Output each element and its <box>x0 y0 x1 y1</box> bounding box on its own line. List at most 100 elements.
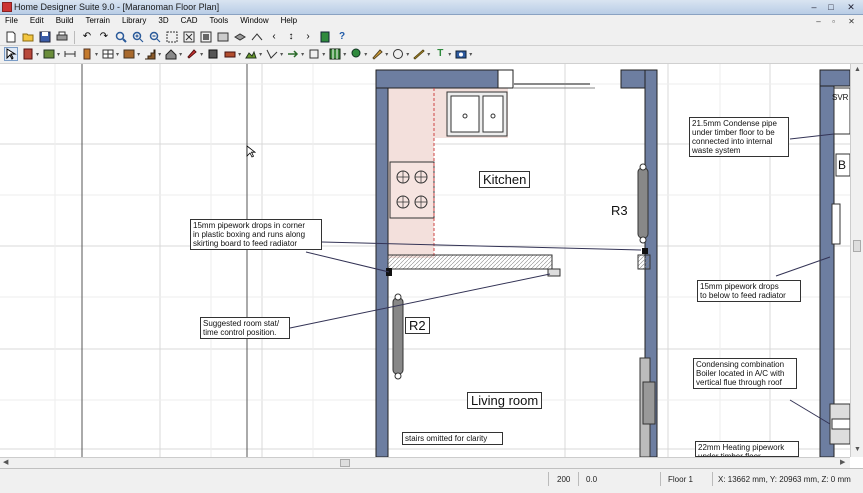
room-stat <box>547 268 561 277</box>
mdi-minimize-button[interactable]: – <box>813 17 824 27</box>
maximize-button[interactable]: □ <box>825 2 837 13</box>
wall-tool-icon[interactable] <box>21 47 35 61</box>
chevron-right-icon[interactable]: › <box>301 30 315 44</box>
zoom-in-icon[interactable] <box>131 30 145 44</box>
menu-edit[interactable]: Edit <box>29 16 45 25</box>
vertical-scrollbar[interactable]: ▲ ▼ <box>850 64 863 457</box>
pipe-boxing <box>387 254 553 270</box>
menu-3d[interactable]: 3D <box>157 16 169 25</box>
measure-tool-icon[interactable] <box>412 47 426 61</box>
edit-tool-icon[interactable] <box>370 47 384 61</box>
dimension-tool-icon[interactable] <box>63 47 77 61</box>
mdi-restore-button[interactable]: ▫ <box>828 17 839 27</box>
scroll-right-icon[interactable]: ▶ <box>840 458 845 466</box>
note-boiler[interactable]: Condensing combination Boiler located in… <box>693 358 797 389</box>
menu-tools[interactable]: Tools <box>209 16 230 25</box>
cabinet-tool-icon[interactable] <box>122 47 136 61</box>
note-heating-pipework[interactable]: 22mm Heating pipework under timber floor <box>695 441 799 457</box>
box-tool-icon[interactable] <box>307 47 321 61</box>
menu-file[interactable]: File <box>4 16 19 25</box>
horizontal-scroll-thumb[interactable] <box>340 459 350 467</box>
menu-window[interactable]: Window <box>239 16 269 25</box>
close-button[interactable]: ✕ <box>845 2 857 13</box>
note-pipework-corner[interactable]: 15mm pipework drops in corner in plastic… <box>190 219 322 250</box>
vertical-scroll-thumb[interactable] <box>853 240 861 252</box>
redo-icon[interactable]: ↷ <box>97 30 111 44</box>
app-icon <box>2 2 12 12</box>
roof-tool-icon[interactable] <box>164 47 178 61</box>
new-file-icon[interactable] <box>4 30 18 44</box>
menu-terrain[interactable]: Terrain <box>84 16 110 25</box>
fill-window-icon[interactable] <box>182 30 196 44</box>
fixture-tool-icon[interactable] <box>206 47 220 61</box>
landscape-tool-icon[interactable] <box>349 47 363 61</box>
print-icon[interactable] <box>55 30 69 44</box>
room-label-living[interactable]: Living room <box>467 392 543 409</box>
zoom-window-icon[interactable] <box>165 30 179 44</box>
column-tool-icon[interactable] <box>328 47 342 61</box>
status-divider <box>712 472 713 486</box>
box-label: B <box>838 158 847 172</box>
paint-tool-icon[interactable] <box>185 47 199 61</box>
note-condense-pipe[interactable]: 21.5mm Condense pipe under timber floor … <box>689 117 789 157</box>
status-bar: 200 0.0 Floor 1 X: 13662 mm, Y: 20963 mm… <box>0 468 863 493</box>
furniture-tool-icon[interactable] <box>223 47 237 61</box>
status-coordinates: X: 13662 mm, Y: 20963 mm, Z: 0 mm <box>718 475 851 484</box>
scroll-left-icon[interactable]: ◀ <box>3 458 8 466</box>
library-book-icon[interactable] <box>318 30 332 44</box>
minimize-button[interactable]: – <box>808 2 820 13</box>
chevron-left-icon[interactable]: ‹ <box>267 30 281 44</box>
window-tool-icon[interactable] <box>101 47 115 61</box>
polyline-tool-icon[interactable] <box>265 47 279 61</box>
menu-library[interactable]: Library <box>121 16 147 25</box>
mouse-cursor-icon <box>246 145 256 158</box>
build-toolbar: ▾ ▾ ▾ ▾ ▾ ▾ ▾ ▾ ▾ ▾ ▾ ▾ ▾ ▾ ▾ ▾ ▾ ▾ T ▾ ▾ <box>0 46 863 64</box>
title-bar: Home Designer Suite 9.0 - [Maranoman Flo… <box>0 0 863 15</box>
radiator-label-r2[interactable]: R2 <box>405 317 430 334</box>
status-divider <box>660 472 661 486</box>
undo-icon[interactable]: ↶ <box>80 30 94 44</box>
status-floor: Floor 1 <box>668 475 693 484</box>
status-divider <box>578 472 579 486</box>
door-tool-icon[interactable] <box>80 47 94 61</box>
radiator-label-r3[interactable]: R3 <box>611 203 628 218</box>
svr-label: SVR <box>832 93 849 102</box>
window-title: Home Designer Suite 9.0 - [Maranoman Flo… <box>14 2 220 12</box>
scroll-up-icon[interactable]: ▲ <box>854 66 861 73</box>
help-icon[interactable]: ? <box>335 30 349 44</box>
pan-icon[interactable] <box>216 30 230 44</box>
status-value-1: 200 <box>557 475 571 484</box>
note-pipework-right[interactable]: 15mm pipework drops to below to feed rad… <box>697 280 801 302</box>
horizontal-scrollbar[interactable]: ◀ ▶ <box>0 457 850 468</box>
fill-building-icon[interactable] <box>199 30 213 44</box>
room-tool-icon[interactable] <box>42 47 56 61</box>
arrow-tool-icon[interactable] <box>286 47 300 61</box>
room-label-kitchen[interactable]: Kitchen <box>479 171 531 188</box>
drawing-canvas[interactable]: 21.5mm Condense pipe under timber floor … <box>0 64 850 457</box>
circle-tool-icon[interactable] <box>391 47 405 61</box>
text-tool-icon[interactable]: T <box>433 47 447 61</box>
status-value-2: 0.0 <box>586 475 598 484</box>
save-icon[interactable] <box>38 30 52 44</box>
menu-build[interactable]: Build <box>55 16 75 25</box>
layers-icon[interactable] <box>233 30 247 44</box>
menu-help[interactable]: Help <box>280 16 298 25</box>
open-folder-icon[interactable] <box>21 30 35 44</box>
kitchen-hob <box>389 161 435 219</box>
terrain-tool-icon[interactable] <box>244 47 258 61</box>
status-divider <box>548 472 549 486</box>
camera-tool-icon[interactable] <box>454 47 468 61</box>
select-arrow-icon[interactable] <box>4 47 18 61</box>
menu-cad[interactable]: CAD <box>180 16 199 25</box>
swoop-icon[interactable] <box>250 30 264 44</box>
note-room-stat[interactable]: Suggested room stat/ time control positi… <box>200 317 290 339</box>
scroll-down-icon[interactable]: ▼ <box>854 446 861 453</box>
note-stairs[interactable]: stairs omitted for clarity <box>402 432 503 445</box>
zoom-icon[interactable] <box>114 30 128 44</box>
kitchen-sink <box>446 91 508 137</box>
mdi-close-button[interactable]: ✕ <box>846 17 857 27</box>
up-down-arrow-icon[interactable]: ↕ <box>284 30 298 44</box>
standard-toolbar: ↶ ↷ ‹ ↕ › ? <box>0 29 863 46</box>
zoom-out-icon[interactable] <box>148 30 162 44</box>
stairs-tool-icon[interactable] <box>143 47 157 61</box>
